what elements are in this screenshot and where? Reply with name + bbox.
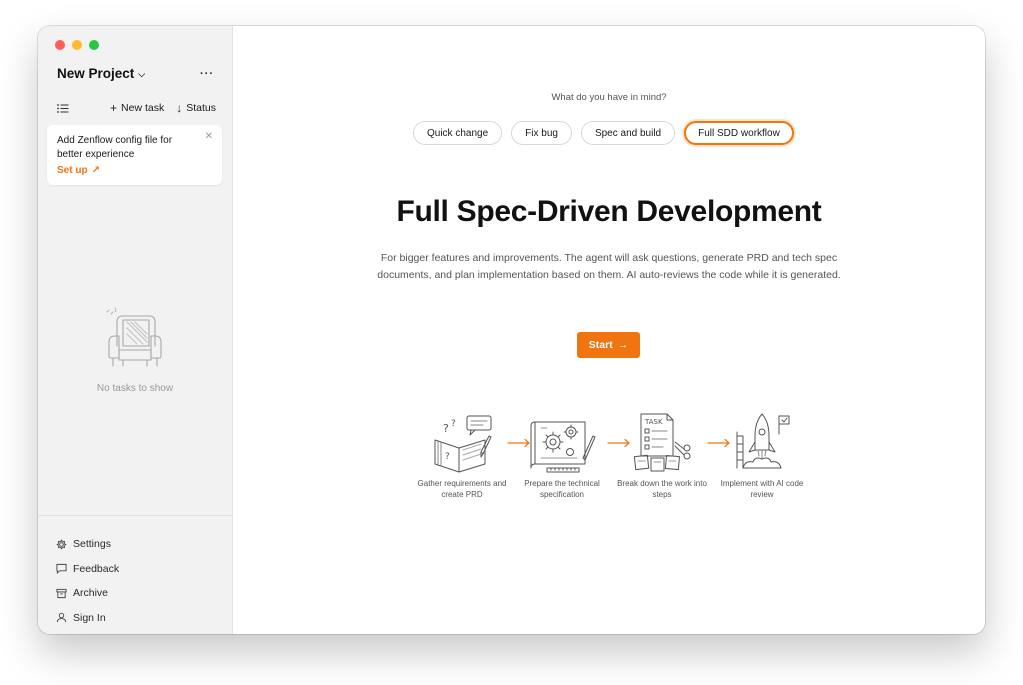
workflow-steps: ? ? ? Gather requirements and create PRD	[417, 412, 807, 512]
status-label: Status	[186, 102, 216, 114]
rocket-launch-icon	[736, 413, 790, 469]
step-break-down-work: TASK Break down the work into steps	[617, 412, 707, 500]
close-window-button[interactable]	[55, 40, 65, 50]
start-label: Start	[588, 339, 613, 351]
step-label: Implement with AI code review	[720, 479, 804, 499]
settings-label: Settings	[73, 538, 111, 551]
sidebar-item-sign-in[interactable]: Sign In	[56, 606, 119, 631]
task-toolbar: + New task ↓ Status	[57, 101, 216, 115]
zoom-window-button[interactable]	[89, 40, 99, 50]
mode-selector: Quick change Fix bug Spec and build Full…	[413, 121, 794, 145]
list-view-icon[interactable]	[57, 103, 69, 113]
sidebar-divider	[38, 515, 232, 516]
window-controls	[55, 40, 99, 50]
mode-prompt: What do you have in mind?	[551, 92, 667, 103]
mode-full-sdd-workflow[interactable]: Full SDD workflow	[684, 121, 794, 145]
archive-label: Archive	[73, 587, 109, 600]
sidebar-menu: Settings Feedback Archive Sign In	[56, 532, 119, 630]
user-icon	[56, 613, 67, 623]
step-implement-with-ai: Implement with AI code review	[717, 412, 807, 500]
step-label: Break down the work into steps	[617, 479, 707, 499]
main-panel: What do you have in mind? Quick change F…	[233, 26, 985, 634]
project-title: New Project	[57, 66, 135, 81]
project-selector[interactable]: New Project ⌵	[57, 66, 145, 81]
arrow-right-icon: →	[617, 339, 629, 351]
gear-icon	[56, 539, 67, 550]
mode-spec-and-build[interactable]: Spec and build	[580, 121, 676, 145]
start-button[interactable]: Start →	[577, 332, 640, 358]
new-task-label: New task	[121, 102, 165, 114]
step-gather-requirements: ? ? ? Gather requirements and create PRD	[417, 412, 507, 500]
more-options-button[interactable]: ···	[200, 68, 214, 80]
blueprint-gears-icon	[530, 421, 596, 473]
set-up-label: Set up	[57, 165, 88, 176]
minimize-window-button[interactable]	[72, 40, 82, 50]
sidebar-item-archive[interactable]: Archive	[56, 581, 119, 606]
project-header: New Project ⌵ ···	[57, 66, 214, 81]
page-title: Full Spec-Driven Development	[396, 195, 822, 228]
empty-state-text: No tasks to show	[96, 383, 174, 394]
app-window: New Project ⌵ ··· + New task ↓ Status Ad…	[38, 26, 985, 634]
new-task-button[interactable]: + New task	[110, 101, 164, 115]
mode-quick-change[interactable]: Quick change	[413, 121, 503, 145]
notice-text: Add Zenflow config file for better exper…	[57, 135, 173, 160]
close-icon[interactable]: ✕	[205, 131, 213, 142]
external-arrow-icon: ↗	[91, 165, 100, 176]
step-label: Gather requirements and create PRD	[417, 479, 507, 499]
svg-text:TASK: TASK	[644, 418, 663, 426]
svg-text:?: ?	[445, 452, 450, 462]
chevron-down-icon: ⌵	[138, 68, 146, 79]
step-technical-specification: Prepare the technical specification	[517, 412, 607, 500]
mode-description: For bigger features and improvements. Th…	[377, 252, 841, 281]
notebook-questions-icon: ? ? ?	[434, 415, 492, 473]
status-sort-button[interactable]: ↓ Status	[176, 101, 216, 115]
plus-icon: +	[110, 101, 118, 115]
sidebar-item-feedback[interactable]: Feedback	[56, 557, 119, 582]
task-list-scissors-icon: TASK	[633, 413, 691, 472]
arrow-down-icon: ↓	[176, 101, 183, 115]
sidebar-item-settings[interactable]: Settings	[56, 532, 119, 557]
svg-text:?: ?	[443, 422, 449, 435]
feedback-label: Feedback	[73, 562, 120, 575]
svg-text:?: ?	[451, 419, 456, 429]
step-label: Prepare the technical specification	[524, 479, 600, 499]
armchair-illustration-icon	[103, 306, 167, 381]
sidebar: New Project ⌵ ··· + New task ↓ Status Ad…	[38, 26, 233, 634]
set-up-link[interactable]: Set up ↗	[57, 165, 212, 176]
chat-bubble-icon	[56, 564, 67, 575]
archive-box-icon	[56, 588, 67, 598]
mode-fix-bug[interactable]: Fix bug	[511, 121, 572, 145]
config-notice-card: Add Zenflow config file for better exper…	[47, 125, 222, 185]
sign-in-label: Sign In	[73, 611, 106, 624]
